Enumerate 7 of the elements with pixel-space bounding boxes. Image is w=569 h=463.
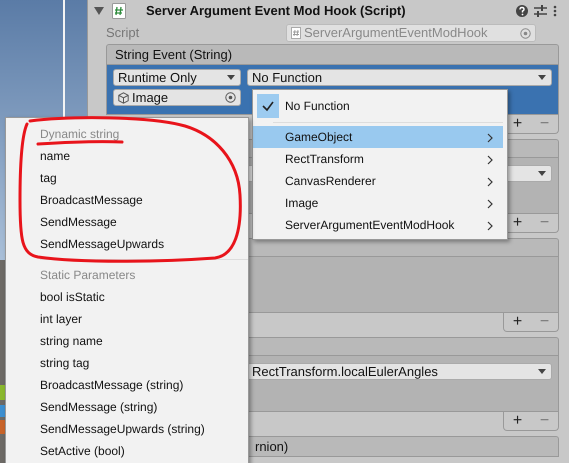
section-header: Static Parameters — [39, 267, 136, 284]
event-title: String Event (String) — [115, 47, 232, 62]
script-label: Script — [106, 24, 140, 42]
event-title: rnion) — [255, 439, 288, 454]
script-name: ServerArgumentEventModHook — [304, 24, 489, 42]
component-title: Server Argument Event Mod Hook (Script) — [146, 2, 406, 20]
section-header: Dynamic string — [39, 126, 120, 143]
